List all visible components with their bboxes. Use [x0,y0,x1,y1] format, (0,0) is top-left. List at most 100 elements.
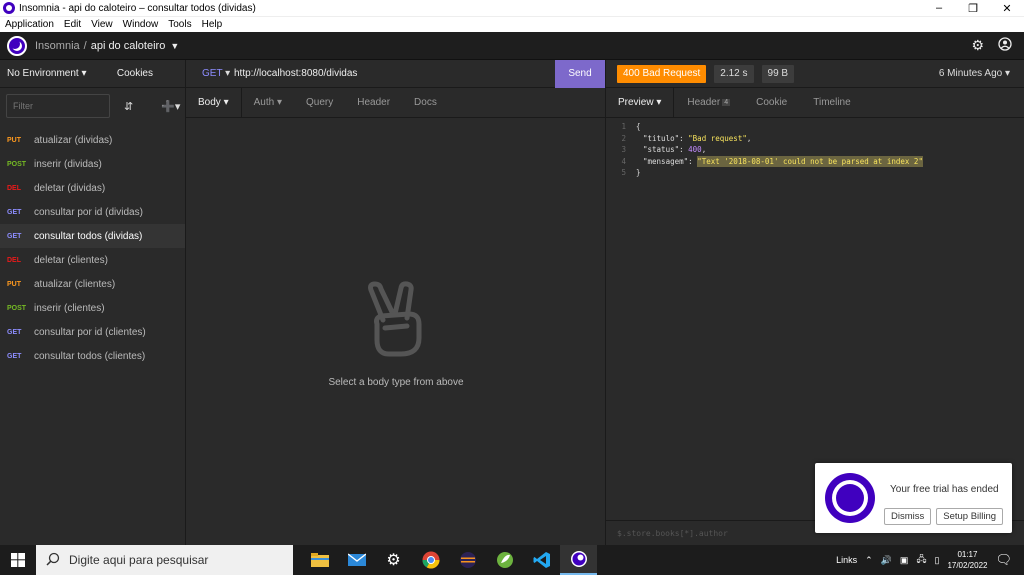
tab-preview[interactable]: Preview ▾ [606,88,675,117]
file-explorer-icon[interactable] [301,545,338,575]
tab-body[interactable]: Body ▾ [186,88,242,117]
breadcrumb[interactable]: Insomnia / api do caloteiro ▼ [35,40,179,52]
list-item[interactable]: GET consultar por id (dividas) [0,200,185,224]
add-request-icon[interactable]: ➕▾ [161,100,180,113]
list-item[interactable]: DEL deletar (dividas) [0,176,185,200]
vscode-icon[interactable] [523,545,560,575]
insomnia-taskbar-icon[interactable] [560,545,597,575]
method-badge: POST [7,304,27,312]
mail-icon[interactable] [338,545,375,575]
search-icon [46,552,60,569]
list-item[interactable]: GET consultar todos (clientes) [0,344,185,368]
tab-docs[interactable]: Docs [402,88,449,117]
menu-view[interactable]: View [86,19,118,30]
minimize-icon[interactable]: – [922,2,956,14]
list-item[interactable]: DEL deletar (clientes) [0,248,185,272]
method-dropdown[interactable]: GET ▾ [186,68,234,79]
tab-timeline[interactable]: Timeline [800,88,863,117]
maximize-icon[interactable]: ❐ [956,2,990,15]
sort-icon[interactable]: ⇵ [124,100,133,113]
sidebar: No Environment ▾ Cookies ⇵ ➕▾ PUT atualiz… [0,60,186,545]
menu-help[interactable]: Help [197,19,228,30]
tab-response-header[interactable]: Header 4 [674,88,743,117]
tab-query[interactable]: Query [294,88,345,117]
settings-gear-icon[interactable]: ⚙ [375,545,412,575]
request-name: deletar (clientes) [34,254,108,266]
line-number: 4 [621,156,626,166]
response-body[interactable]: 1{ 2 "titulo": "Bad request", 3 "status": … [606,118,1024,179]
network-icon[interactable]: 🖧 [916,552,926,568]
cookies-button[interactable]: Cookies [117,68,153,79]
chrome-icon[interactable] [412,545,449,575]
line-number: 3 [621,145,626,154]
setup-billing-button[interactable]: Setup Billing [936,508,1004,525]
request-name: inserir (dividas) [34,158,102,170]
peace-hand-icon [368,281,422,357]
json-value: 400 [688,145,702,154]
method-label: GET [202,68,223,79]
breadcrumb-separator: / [83,39,87,52]
breadcrumb-app: Insomnia [35,39,80,52]
method-badge: GET [7,352,22,360]
app-header: Insomnia / api do caloteiro ▼ ⚙ [0,32,1024,60]
request-name: deletar (dividas) [34,182,106,194]
tab-auth[interactable]: Auth ▾ [242,88,294,117]
filter-input[interactable] [6,94,110,118]
empty-body-message: Select a body type from above [328,377,464,388]
send-button[interactable]: Send [555,59,605,88]
notification-icon[interactable]: 🗨 [995,552,1012,568]
menu-edit[interactable]: Edit [59,19,86,30]
gear-icon[interactable]: ⚙ [971,37,984,54]
json-key: "status" [643,145,680,154]
json-value: "Bad request" [688,133,747,143]
request-name: atualizar (dividas) [34,134,113,146]
status-badge: 400 Bad Request [617,64,707,83]
spring-tools-icon[interactable] [486,545,523,575]
method-badge: DEL [7,256,21,264]
request-tabs: Body ▾ Auth ▾ Query Header Docs [186,88,605,118]
taskbar-search[interactable]: Digite aqui para pesquisar [36,545,293,575]
chevron-down-icon: ▾ [656,97,662,108]
breadcrumb-workspace: api do caloteiro [90,39,166,52]
url-input[interactable]: http://localhost:8080/dividas [234,68,555,79]
request-name: consultar todos (dividas) [34,230,143,242]
toast-message: Your free trial has ended [890,484,999,495]
chevron-down-icon: ▾ [223,97,229,108]
eclipse-icon[interactable] [449,545,486,575]
close-icon[interactable]: ✕ [990,2,1024,15]
user-icon[interactable] [998,37,1012,54]
json-key: "titulo" [643,133,680,143]
code-line: 3 "status": 400, [610,144,1024,156]
list-item[interactable]: PUT atualizar (dividas) [0,128,185,152]
menu-window[interactable]: Window [118,19,164,30]
json-key: "mensagem" [643,156,689,166]
tab-label: Body [198,97,221,108]
menu-tools[interactable]: Tools [163,19,196,30]
method-badge: GET [7,208,22,216]
json-brace: { [636,122,641,131]
list-item[interactable]: GET consultar por id (clientes) [0,320,185,344]
links-toolbar[interactable]: Links [836,555,857,565]
code-line: 2 "titulo": "Bad request", [610,133,1024,145]
tab-header[interactable]: Header [345,88,402,117]
windows-start-icon[interactable] [0,553,36,567]
clock[interactable]: 01:17 17/02/2022 [947,549,987,571]
list-item[interactable]: POST inserir (clientes) [0,296,185,320]
environment-dropdown[interactable]: No Environment ▾ [7,68,117,79]
time-badge: 2.12 s [714,64,754,83]
list-item[interactable]: PUT atualizar (clientes) [0,272,185,296]
chevron-up-icon[interactable]: ⌃ [865,555,873,566]
tab-cookie[interactable]: Cookie [743,88,800,117]
display-icon[interactable]: ▣ [900,555,909,566]
list-item[interactable]: POST inserir (dividas) [0,152,185,176]
menu-application[interactable]: Application [0,19,59,30]
toast-actions: Dismiss Setup Billing [884,508,1004,525]
tab-label: Preview [618,97,654,108]
battery-icon[interactable]: ▯ [934,555,939,566]
dismiss-button[interactable]: Dismiss [884,508,932,525]
volume-icon[interactable]: 🔊 [881,555,892,566]
time-ago-label: 6 Minutes Ago [938,68,1003,79]
history-dropdown[interactable]: 6 Minutes Ago ▾ [939,68,1010,79]
list-item-active[interactable]: GET consultar todos (dividas) [0,224,185,248]
sidebar-filter-row: ⇵ ➕▾ [0,88,185,124]
